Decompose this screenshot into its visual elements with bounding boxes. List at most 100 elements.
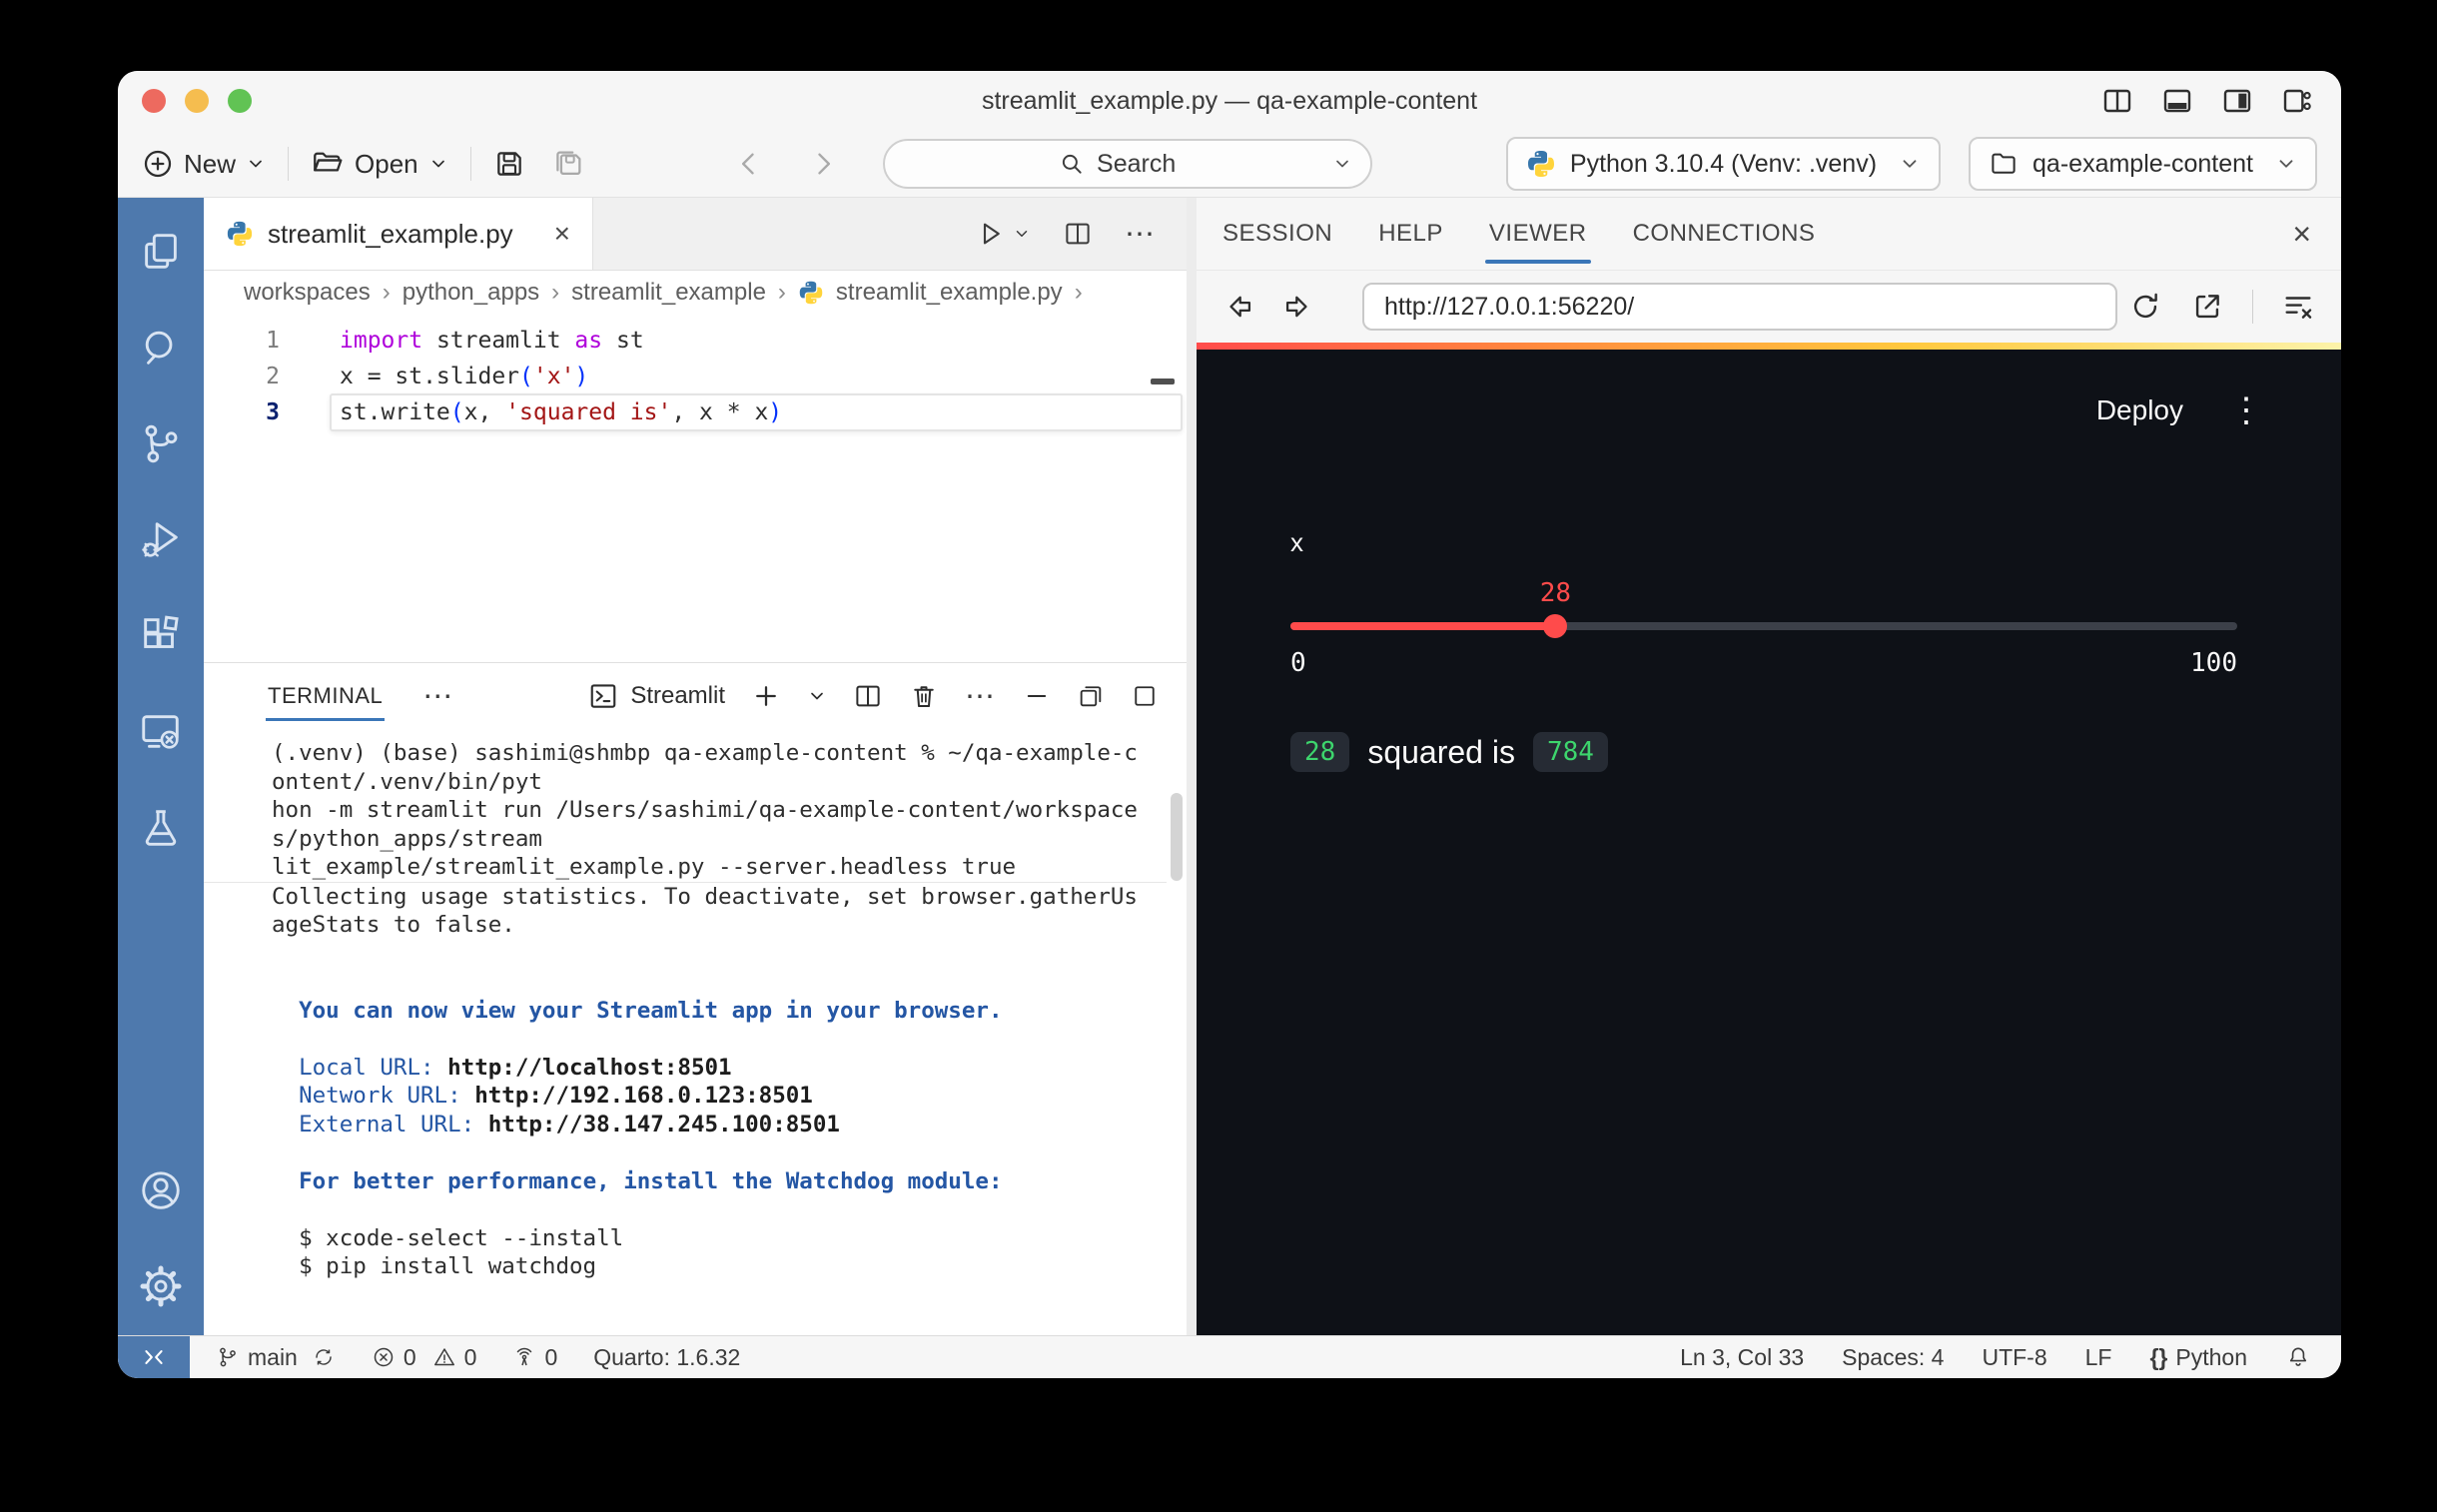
play-icon [975,219,1005,249]
python-file-icon [798,280,824,306]
terminal-scrollbar[interactable] [1171,793,1183,881]
clear-viewer-icon[interactable] [2281,290,2315,324]
search-sidebar-icon[interactable] [138,325,184,371]
restore-panel-icon[interactable] [1077,682,1105,710]
slider-track[interactable] [1290,622,2237,630]
folder-icon [1989,149,2019,179]
terminal-line: lit_example/streamlit_example.py --serve… [272,853,1167,882]
cursor-position-status[interactable]: Ln 3, Col 33 [1680,1344,1804,1371]
editor-more-actions-icon[interactable]: ⋯ [1125,217,1157,252]
slider-knob[interactable] [1543,614,1567,638]
breadcrumb-item[interactable]: streamlit_example [571,279,766,307]
source-control-icon[interactable] [138,420,184,466]
code-line[interactable]: 3st.write(x, 'squared is', x * x) [204,394,1187,430]
reload-icon[interactable] [2128,290,2162,324]
close-panel-icon[interactable]: × [2292,218,2311,250]
minimize-panel-icon[interactable] [1023,682,1051,710]
history-back-icon[interactable] [735,150,763,178]
encoding-status[interactable]: UTF-8 [1982,1344,2046,1371]
python-file-icon [226,220,254,248]
toggle-bottom-panel-icon[interactable] [2161,85,2193,117]
run-file-button[interactable] [975,219,1031,249]
interpreter-selector[interactable]: Python 3.10.4 (Venv: .venv) [1506,137,1941,191]
quarto-status[interactable]: Quarto: 1.6.32 [593,1344,740,1371]
terminal-icon [588,681,618,711]
python-logo-icon [1526,149,1556,179]
remote-indicator[interactable] [118,1336,190,1378]
save-icon[interactable] [493,148,525,180]
terminal-more-icon[interactable]: ⋯ [965,679,997,714]
breadcrumb-item[interactable]: streamlit_example.py [836,279,1063,307]
tab-connections[interactable]: CONNECTIONS [1633,220,1816,248]
panel-more-icon[interactable]: ⋯ [422,679,454,714]
split-terminal-icon[interactable] [853,681,883,711]
minimize-window-button[interactable] [185,89,209,113]
breadcrumb-item[interactable]: python_apps [403,279,539,307]
settings-gear-icon[interactable] [138,1263,184,1309]
console-session-icon[interactable] [138,708,184,754]
save-all-icon[interactable] [551,147,585,181]
maximize-panel-icon[interactable] [1131,682,1159,710]
open-external-icon[interactable] [2190,290,2224,324]
toggle-left-panel-icon[interactable] [2101,85,2133,117]
eol-status[interactable]: LF [2085,1344,2112,1371]
terminal-line: ontent/.venv/bin/pyt [272,768,1167,797]
zoom-window-button[interactable] [228,89,252,113]
search-icon [1059,151,1085,177]
terminal-shell-selector[interactable]: Streamlit [588,681,725,711]
close-window-button[interactable] [142,89,166,113]
remote-arrows-icon [141,1344,167,1370]
traffic-lights [142,89,252,113]
search-input[interactable]: Search [883,139,1372,189]
code-line[interactable]: 1import streamlit as st [204,323,1187,359]
navigate-back-icon[interactable] [1222,290,1256,324]
slider-value: 28 [1540,578,1571,608]
problems-status[interactable]: 0 0 [372,1344,477,1371]
code-editor[interactable]: 1import streamlit as st2x = st.slider('x… [204,315,1187,662]
output-value-chip: 28 [1290,732,1349,772]
breadcrumb-item[interactable]: workspaces [244,279,371,307]
chevron-down-icon[interactable] [807,686,827,706]
app-menu-icon[interactable]: ⋮ [2229,393,2263,427]
output-value-chip: 784 [1533,732,1608,772]
toggle-right-panel-icon[interactable] [2221,85,2253,117]
split-editor-icon[interactable] [1063,219,1093,249]
tab-help[interactable]: HELP [1378,220,1443,248]
notifications-bell-icon[interactable] [2285,1344,2311,1370]
code-line[interactable]: 2x = st.slider('x') [204,359,1187,394]
custom-layout-icon[interactable] [2281,85,2313,117]
window-title: streamlit_example.py — qa-example-conten… [118,87,2341,116]
new-button[interactable]: New [142,148,266,180]
navigate-forward-icon[interactable] [1280,290,1314,324]
git-branch-status[interactable]: main [216,1344,336,1371]
language-mode-status[interactable]: {} Python [2149,1344,2247,1371]
account-icon[interactable] [138,1167,184,1213]
breadcrumb: workspaces › python_apps › streamlit_exa… [204,271,1187,315]
chevron-down-icon [1013,225,1031,243]
tab-streamlit-example[interactable]: streamlit_example.py × [204,198,593,270]
indentation-status[interactable]: Spaces: 4 [1842,1344,1944,1371]
deploy-button[interactable]: Deploy [2096,394,2183,426]
testing-beaker-icon[interactable] [138,804,184,850]
slider-label: x [1290,527,2237,558]
url-input[interactable]: http://127.0.0.1:56220/ [1362,283,2117,331]
extensions-icon[interactable] [138,612,184,658]
terminal-panel-tab[interactable]: TERMINAL [268,683,383,709]
project-selector[interactable]: qa-example-content [1969,137,2317,191]
terminal-line: You can now view your Streamlit app in y… [272,997,1167,1026]
chevron-down-icon [2275,153,2297,175]
panel-resize-handle[interactable] [1187,198,1197,1335]
tab-viewer[interactable]: VIEWER [1489,220,1587,248]
terminal-output[interactable]: (.venv) (base) sashimi@shmbp qa-example-… [204,729,1187,1335]
run-debug-icon[interactable] [138,516,184,562]
open-button[interactable]: Open [311,147,448,181]
line-number: 1 [204,323,314,359]
history-forward-icon[interactable] [809,150,837,178]
trash-icon[interactable] [909,681,939,711]
viewer-url-bar: http://127.0.0.1:56220/ [1197,271,2341,343]
explorer-icon[interactable] [138,229,184,275]
ports-status[interactable]: 0 [512,1344,557,1371]
tab-session[interactable]: SESSION [1222,220,1332,248]
new-terminal-icon[interactable] [751,681,781,711]
tab-close-icon[interactable]: × [554,220,570,248]
